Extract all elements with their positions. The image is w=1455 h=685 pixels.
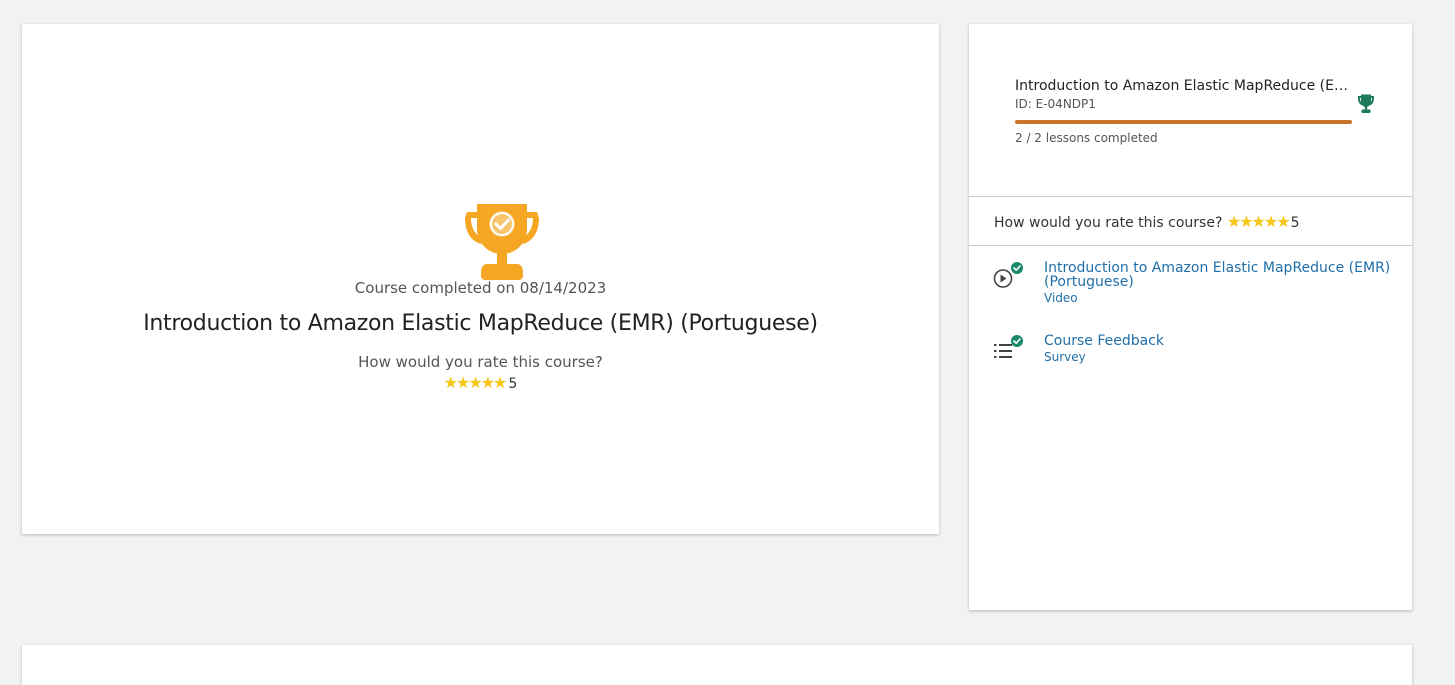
course-sidebar: Introduction to Amazon Elastic MapReduce… [969,24,1412,610]
trophy-icon [1358,94,1374,113]
lessons-completed-text: 2 / 2 lessons completed [1015,131,1158,145]
list-icon [994,335,1023,358]
page-title: Introduction to Amazon Elastic MapReduce… [143,311,818,336]
star-icon[interactable]: ★ [1252,212,1266,231]
lesson-title-link[interactable]: Introduction to Amazon Elastic MapReduce… [1044,261,1394,289]
course-completion-card: Course completed on 08/14/2023 Introduct… [22,24,939,534]
divider [969,245,1412,246]
star-rating[interactable]: ★★★★★ 5 [22,373,939,392]
rate-question: How would you rate this course? [358,353,603,371]
sidebar-rate-question: How would you rate this course? [994,215,1223,231]
divider [969,196,1412,197]
star-icon[interactable]: ★ [493,373,507,392]
play-circle-icon [993,262,1023,288]
lesson-title-link[interactable]: Course Feedback [1044,334,1394,348]
star-icon[interactable]: ★ [456,373,470,392]
lesson-type: Survey [1044,350,1086,364]
completion-date-text: Course completed on 08/14/2023 [354,279,607,297]
star-icon[interactable]: ★ [1227,212,1241,231]
sidebar-course-title: Introduction to Amazon Elastic MapReduce… [1015,78,1355,94]
lesson-item-video[interactable]: Introduction to Amazon Elastic MapReduce… [993,261,1393,307]
progress-bar-fill [1015,120,1352,124]
star-icon[interactable]: ★ [444,373,458,392]
star-icon[interactable]: ★ [1264,212,1278,231]
course-id: ID: E-04NDP1 [1015,97,1096,111]
rating-value: 5 [508,376,518,392]
sidebar-star-rating[interactable]: How would you rate this course? ★★★★★ 5 [994,212,1300,231]
lesson-item-survey[interactable]: Course Feedback Survey [993,334,1393,366]
sidebar-rating-value: 5 [1290,215,1300,231]
star-icon[interactable]: ★ [1276,212,1290,231]
lesson-type: Video [1044,291,1078,305]
star-icon[interactable]: ★ [468,373,482,392]
progress-bar [1015,120,1352,124]
trophy-check-icon [465,204,539,280]
star-icon[interactable]: ★ [1239,212,1253,231]
star-icon[interactable]: ★ [481,373,495,392]
bottom-card [22,645,1412,685]
